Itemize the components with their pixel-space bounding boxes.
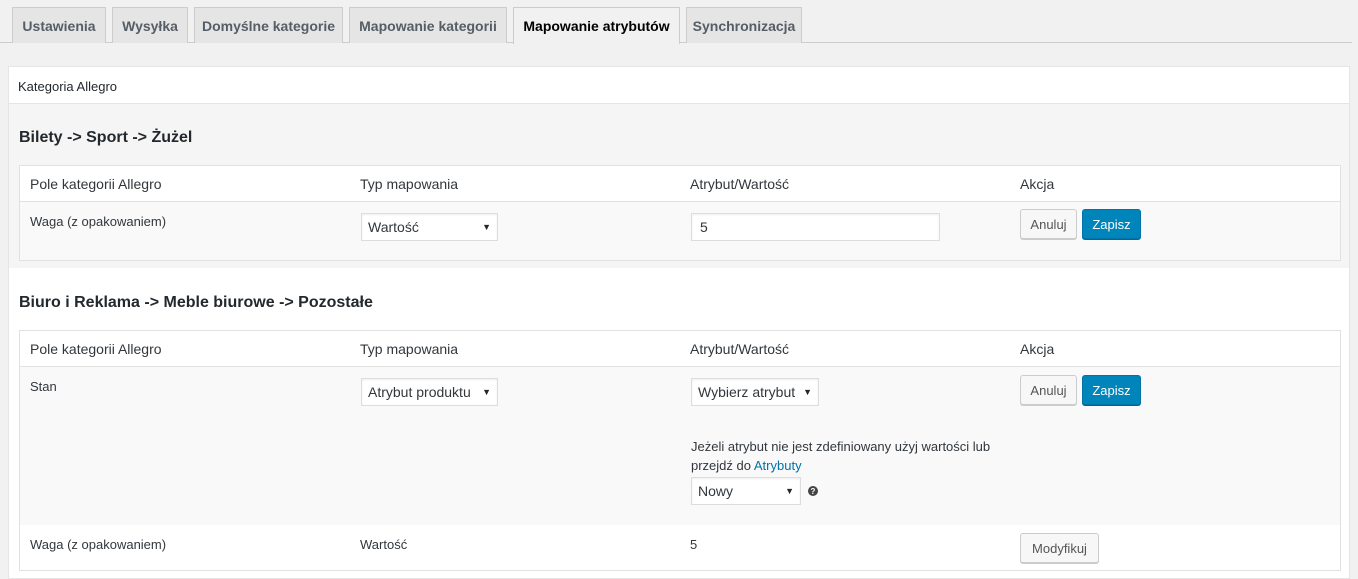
attribute-hint: Jeżeli atrybut nie jest zdefiniowany uży… xyxy=(691,437,1001,475)
fallback-value-select[interactable]: Nowy ▼ xyxy=(691,477,801,505)
cancel-button[interactable]: Anuluj xyxy=(1020,375,1077,405)
hint-text: Jeżeli atrybut nie jest zdefiniowany uży… xyxy=(691,439,991,473)
select-value: Wartość xyxy=(368,219,419,235)
select-value: Wybierz atrybut xyxy=(698,384,796,400)
column-header-value: Atrybut/Wartość xyxy=(690,341,790,357)
button-label: Anuluj xyxy=(1030,216,1067,232)
tab-label: Mapowanie atrybutów xyxy=(523,18,670,34)
column-header-value: Atrybut/Wartość xyxy=(690,176,790,192)
column-header-type: Typ mapowania xyxy=(360,341,459,357)
tab-label: Domyślne kategorie xyxy=(201,17,336,34)
chevron-down-icon: ▼ xyxy=(785,486,794,496)
button-label: Zapisz xyxy=(1092,216,1131,232)
mapping-table-2: Pole kategorii Allegro Typ mapowania Atr… xyxy=(19,330,1341,571)
chevron-down-icon: ▼ xyxy=(803,387,812,397)
modify-button[interactable]: Modyfikuj xyxy=(1020,533,1099,563)
attribute-select[interactable]: Wybierz atrybut ▼ xyxy=(691,378,819,406)
mapping-type-select[interactable]: Wartość ▼ xyxy=(361,213,498,241)
mapping-type-select[interactable]: Atrybut produktu ▼ xyxy=(361,378,498,406)
mapping-panel: Kategoria Allegro Bilety -> Sport -> Żuż… xyxy=(8,66,1350,579)
button-label: Zapisz xyxy=(1092,382,1131,398)
save-button[interactable]: Zapisz xyxy=(1082,375,1141,405)
mapping-type-text: Wartość xyxy=(360,537,408,552)
save-button[interactable]: Zapisz xyxy=(1082,209,1141,239)
column-header-type: Typ mapowania xyxy=(360,176,459,192)
input-value: 5 xyxy=(700,219,708,235)
tab-label: Ustawienia xyxy=(22,17,96,34)
table-header: Pole kategorii Allegro Typ mapowania Atr… xyxy=(20,331,1340,367)
section-title: Bilety -> Sport -> Żużel xyxy=(19,129,193,146)
table-row: Waga (z opakowaniem) Wartość 5 Modyfikuj xyxy=(20,525,1340,570)
attributes-link[interactable]: Atrybuty xyxy=(754,458,802,473)
tab-mapowanie-kategorii[interactable]: Mapowanie kategorii xyxy=(349,7,507,43)
select-value: Atrybut produktu xyxy=(368,384,471,400)
panel-header: Kategoria Allegro xyxy=(18,79,118,94)
section-title: Biuro i Reklama -> Meble biurowe -> Pozo… xyxy=(19,294,373,311)
table-row: Waga (z opakowaniem) Wartość ▼ 5 Anuluj … xyxy=(20,202,1340,260)
column-header-field: Pole kategorii Allegro xyxy=(30,176,162,192)
field-name: Stan xyxy=(30,379,57,394)
tab-domyslne-kategorie[interactable]: Domyślne kategorie xyxy=(194,7,343,43)
column-header-action: Akcja xyxy=(1020,341,1055,357)
field-name: Waga (z opakowaniem) xyxy=(30,214,167,229)
mapping-table-1: Pole kategorii Allegro Typ mapowania Atr… xyxy=(19,165,1341,261)
cancel-button[interactable]: Anuluj xyxy=(1020,209,1077,239)
chevron-down-icon: ▼ xyxy=(482,387,491,397)
column-header-field: Pole kategorii Allegro xyxy=(30,341,162,357)
tab-label: Wysyłka xyxy=(122,17,178,34)
table-header: Pole kategorii Allegro Typ mapowania Atr… xyxy=(20,166,1340,202)
tab-label: Synchronizacja xyxy=(692,17,796,34)
tab-mapowanie-atrybutow[interactable]: Mapowanie atrybutów xyxy=(513,7,680,44)
question-circle-icon[interactable]: ? xyxy=(808,486,818,496)
button-label: Anuluj xyxy=(1030,382,1067,398)
tab-synchronizacja[interactable]: Synchronizacja xyxy=(686,7,802,43)
chevron-down-icon: ▼ xyxy=(482,222,491,232)
tab-label: Mapowanie kategorii xyxy=(359,17,497,34)
value-input[interactable]: 5 xyxy=(691,213,940,241)
field-name: Waga (z opakowaniem) xyxy=(30,537,167,552)
select-value: Nowy xyxy=(698,483,734,499)
button-label: Modyfikuj xyxy=(1032,540,1087,556)
value-text: 5 xyxy=(690,537,698,552)
table-row: Stan Atrybut produktu ▼ Wybierz atrybut … xyxy=(20,367,1340,525)
tab-wysylka[interactable]: Wysyłka xyxy=(112,7,188,43)
tab-ustawienia[interactable]: Ustawienia xyxy=(12,7,106,43)
column-header-action: Akcja xyxy=(1020,176,1055,192)
nav-tabs: Ustawienia Wysyłka Domyślne kategorie Ma… xyxy=(0,0,1352,44)
